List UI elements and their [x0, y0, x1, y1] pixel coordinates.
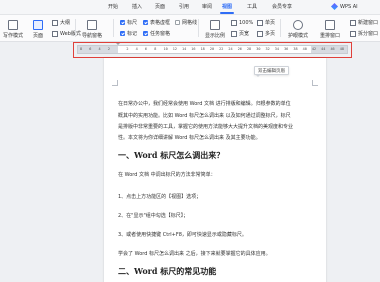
zoom-100-icon	[231, 19, 237, 26]
ruler-checkbox-label: 标尺	[127, 20, 138, 26]
gridlines-checkbox[interactable]: 网格线	[175, 19, 197, 27]
write-mode-button[interactable]: 写作模式	[2, 20, 24, 39]
page-corner-mark	[312, 80, 318, 86]
split-window-label: 拆分窗口	[358, 31, 379, 37]
multi-page-label: 多页	[265, 31, 276, 37]
multi-page-button[interactable]: 多页	[257, 30, 275, 38]
nav-pane-icon	[87, 20, 97, 30]
tooltip: 双击编辑页眉	[254, 66, 289, 75]
page-view-button[interactable]: 页面	[30, 20, 46, 39]
paragraph: 在日常办公中，我们经常会使用 Word 文档 进行排版和编辑。归根参数的单位	[118, 101, 291, 107]
split-window-icon	[350, 30, 356, 37]
ribbon-divider	[113, 19, 114, 37]
zoom-100-button[interactable]: 100%	[231, 19, 253, 27]
markup-label: 标记	[127, 31, 138, 37]
active-tab-indicator	[220, 12, 234, 14]
show-ratio-button[interactable]: 显示比例	[203, 20, 227, 39]
paragraph: 是排版中非常重要的工具，掌握它的使用方法能够大大提升文档的美观度和专业	[118, 124, 294, 130]
paragraph: 在 Word 文档 中调出标尺的方法非常简单：	[118, 172, 216, 178]
outline-button[interactable]: 大纲	[52, 19, 70, 27]
new-window-label: 新建窗口	[358, 20, 379, 26]
zoom-icon	[210, 20, 220, 30]
page-corner-mark	[112, 80, 118, 86]
task-pane-checkbox[interactable]: 任务窗格	[143, 30, 170, 38]
single-page-icon	[257, 19, 263, 26]
show-ratio-label: 显示比例	[204, 33, 225, 39]
ribbon-divider	[75, 19, 76, 37]
outline-icon	[52, 19, 58, 26]
ruler-checkbox[interactable]: 标尺	[120, 19, 137, 27]
checkbox-checked-icon	[120, 20, 125, 25]
eye-icon	[293, 20, 303, 30]
table-gridlines-checkbox[interactable]: 表格虚框	[143, 19, 170, 27]
checkbox-checked-icon	[143, 20, 148, 25]
checkbox-checked-icon	[120, 31, 125, 36]
tab-home[interactable]: 开始	[104, 3, 122, 12]
single-page-button[interactable]: 单页	[257, 19, 275, 27]
page-width-button[interactable]: 页宽	[231, 30, 249, 38]
rearrange-window-button[interactable]: 重排窗口	[318, 20, 342, 39]
ribbon-divider	[280, 19, 281, 37]
rearrange-window-label: 重排窗口	[319, 33, 340, 39]
single-page-label: 单页	[265, 20, 276, 26]
page-width-label: 页宽	[239, 31, 250, 37]
eye-mode-label: 护眼模式	[287, 33, 308, 39]
checkbox-empty-icon	[175, 20, 180, 25]
paragraph: 性。本文将为你详细讲解 Word 标尺怎么调出来 及其主要功能。	[118, 135, 261, 141]
tab-references[interactable]: 引用	[175, 3, 193, 12]
wps-ai-button[interactable]: WPS AI	[330, 2, 358, 12]
tab-member[interactable]: 会员专享	[268, 3, 296, 12]
heading-1: 一、Word 标尺怎么调出来？	[118, 150, 225, 160]
outline-label: 大纲	[60, 20, 71, 26]
gridlines-label: 网格线	[182, 20, 198, 26]
split-window-button[interactable]: 拆分窗口	[350, 30, 378, 38]
paragraph: 学会了 Word 标尺怎么调出来 之后，接下来就要掌握它的具体应用。	[118, 251, 271, 257]
tooltip-arrow	[256, 75, 260, 77]
new-window-button[interactable]: 新建窗口	[350, 19, 378, 27]
page-view-icon	[33, 20, 43, 30]
tab-page[interactable]: 页面	[151, 3, 169, 12]
ribbon-divider	[198, 19, 199, 37]
multi-page-icon	[257, 30, 263, 37]
rearrange-window-icon	[325, 20, 335, 30]
zoom-100-label: 100%	[239, 20, 254, 26]
wps-ai-label: WPS AI	[340, 4, 358, 10]
page-width-icon	[231, 30, 237, 37]
table-gridlines-label: 表格虚框	[150, 20, 171, 26]
menu-bar: 开始 插入 页面 引用 审阅 视图 工具 会员专享 WPS AI	[0, 0, 380, 15]
markup-checkbox[interactable]: 标记	[120, 30, 137, 38]
eye-mode-button[interactable]: 护眼模式	[286, 20, 310, 39]
web-layout-label: Web版式	[60, 31, 81, 37]
new-window-icon	[350, 19, 356, 26]
tab-review[interactable]: 审阅	[198, 3, 216, 12]
document-page[interactable]	[104, 58, 326, 282]
heading-2: 二、Word 标尺的常见功能	[118, 266, 217, 276]
ai-gem-icon	[330, 2, 339, 11]
write-mode-label: 写作模式	[2, 33, 23, 39]
tab-insert[interactable]: 插入	[128, 3, 146, 12]
web-layout-icon	[52, 30, 58, 37]
nav-pane-button[interactable]: 导航窗格	[80, 20, 104, 39]
tab-tools[interactable]: 工具	[243, 3, 261, 12]
ribbon-view: 写作模式 页面 大纲 Web版式 导航窗格 标尺 表格虚框 网格线 标记 任务窗…	[0, 15, 380, 42]
tab-view[interactable]: 视图	[219, 3, 235, 12]
list-item: 2、在"显示"组中勾选【标尺】；	[118, 213, 189, 219]
nav-pane-label: 导航窗格	[81, 33, 102, 39]
task-pane-label: 任务窗格	[150, 31, 171, 37]
paragraph: 概其中的实用功能。比如 Word 标尺怎么调出来 以及如何通过调整标尺，标尺	[118, 113, 291, 119]
list-item: 3、或者使用快捷键 Ctrl+F8，即可快速显示或隐藏标尺。	[118, 232, 247, 238]
ruler-highlight-box	[73, 42, 352, 58]
page-view-label: 页面	[32, 33, 43, 39]
checkbox-checked-icon	[143, 31, 148, 36]
list-item: 1、点击上方功能区的【视图】选项；	[118, 194, 202, 200]
write-mode-icon	[8, 20, 18, 30]
web-layout-button[interactable]: Web版式	[52, 30, 81, 38]
